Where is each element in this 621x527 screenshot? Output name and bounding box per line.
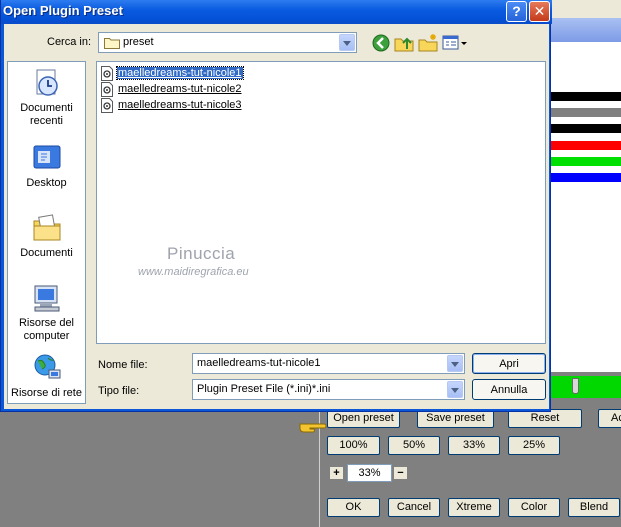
place-network[interactable]: Risorse di rete [8,352,85,400]
dialog-body: Cerca in: preset Documenti recenti Deskt… [4,24,549,409]
preview-stripe-gray [550,108,621,117]
recent-documents-icon [36,69,58,96]
file-name: maelledreams-tut-nicole3 [118,99,242,111]
file-type-label: Tipo file: [98,385,140,397]
file-name-value: maelledreams-tut-nicole1 [197,357,321,369]
cancel-button[interactable]: Annulla [472,379,546,400]
dialog-titlebar[interactable]: Open Plugin Preset ? ✕ [1,0,552,24]
preview-stripe-red [550,141,621,150]
preview-stripe-blue [550,173,621,182]
file-type-value: Plugin Preset File (*.ini)*.ini [197,383,331,395]
place-label: Documenti recenti [20,102,73,127]
watermark-url: www.maidiregrafica.eu [138,266,249,278]
blend-button[interactable]: Blend [568,498,620,517]
file-name-input[interactable]: maelledreams-tut-nicole1 [192,353,465,374]
look-in-dropdown[interactable]: preset [98,32,357,53]
open-preset-dialog: Open Plugin Preset ? ✕ Cerca in: preset [0,0,552,412]
place-label: Desktop [26,177,67,189]
zoom-in-button[interactable]: + [329,466,344,480]
file-item[interactable]: maelledreams-tut-nicole3 [100,97,243,113]
place-desktop[interactable]: Desktop [8,142,85,190]
ok-button[interactable]: OK [327,498,380,517]
zoom-100-button[interactable]: 100% [327,436,380,455]
look-in-label: Cerca in: [47,36,92,48]
ini-file-icon [101,97,113,113]
place-label: Risorse di rete [11,387,82,399]
zoom-value-field[interactable]: 33% [347,464,392,482]
preview-stripe-black-1 [550,92,621,101]
plugin-cancel-button[interactable]: Cancel [388,498,440,517]
ac-button[interactable]: Ac [598,409,621,428]
zoom-50-button[interactable]: 50% [388,436,440,455]
place-label: Risorse del computer [18,317,75,342]
desktop-icon [33,145,60,169]
place-recent-documents[interactable]: Documenti recenti [8,67,85,128]
open-button[interactable]: Apri [472,353,546,374]
file-list[interactable]: maelledreams-tut-nicole1 maelledreams-tu… [96,61,546,344]
close-button[interactable]: ✕ [529,1,550,22]
look-in-value: preset [123,36,154,48]
plugin-slider-track[interactable] [550,376,621,398]
up-folder-icon[interactable] [394,33,414,53]
zoom-33-button[interactable]: 33% [448,436,500,455]
my-computer-icon [34,285,59,312]
file-name-label: Nome file: [98,359,148,371]
zoom-out-button[interactable]: − [393,466,408,480]
chevron-down-icon[interactable] [447,381,463,398]
file-name: maelledreams-tut-nicole2 [118,83,242,95]
plugin-titlebar [550,18,621,42]
preview-stripe-green [550,157,621,166]
place-my-documents[interactable]: Documenti [8,212,85,260]
zoom-25-button[interactable]: 25% [508,436,560,455]
view-menu-icon[interactable] [442,33,468,53]
watermark-name: Pinuccia [167,244,236,263]
back-arrow-icon[interactable] [371,33,391,53]
plugin-slider-thumb[interactable] [572,378,579,394]
chevron-down-icon[interactable] [447,355,463,372]
ini-file-icon [101,65,113,81]
preview-stripe-black-2 [550,124,621,133]
xtreme-button[interactable]: Xtreme [448,498,500,517]
ini-file-icon [101,81,113,97]
file-type-dropdown[interactable]: Plugin Preset File (*.ini)*.ini [192,379,465,400]
file-item[interactable]: maelledreams-tut-nicole1 [100,65,244,81]
place-my-computer[interactable]: Risorse del computer [8,282,85,343]
folder-icon [104,38,120,49]
dialog-title: Open Plugin Preset [3,3,123,18]
places-bar: Documenti recenti Desktop Documenti Riso… [7,61,86,404]
new-folder-icon[interactable] [418,33,438,53]
plugin-window-top [550,0,621,18]
network-icon [34,354,60,379]
file-item[interactable]: maelledreams-tut-nicole2 [100,81,243,97]
help-button[interactable]: ? [506,1,527,22]
color-button[interactable]: Color [508,498,560,517]
place-label: Documenti [20,247,73,259]
file-name: maelledreams-tut-nicole1 [116,66,244,80]
pointing-hand-icon [299,423,327,433]
my-documents-icon [33,214,60,241]
chevron-down-icon[interactable] [339,34,355,51]
